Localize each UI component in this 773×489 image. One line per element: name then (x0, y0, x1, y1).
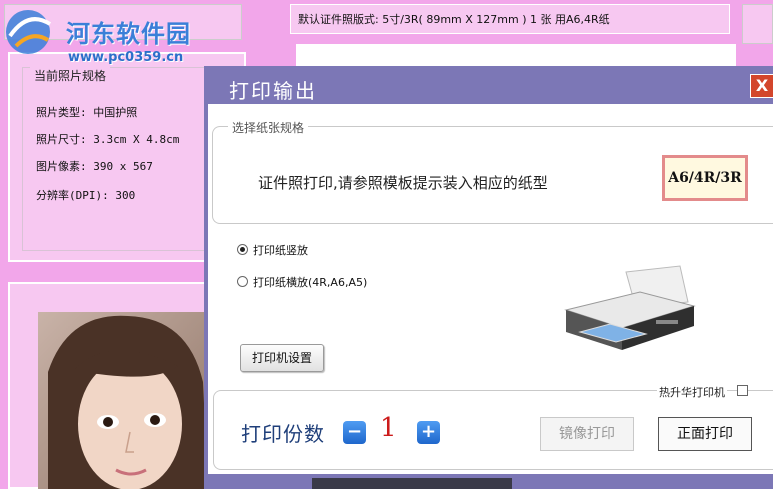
photo-type: 照片类型: 中国护照 (36, 106, 138, 119)
copies-label: 打印份数 (241, 422, 325, 446)
photo-size: 照片尺寸: 3.3cm X 4.8cm (36, 133, 180, 146)
portrait-radio[interactable] (237, 244, 248, 255)
photo-pixels: 图片像素: 390 x 567 (36, 160, 153, 173)
preview-area (296, 44, 736, 68)
default-layout-text: 默认证件照版式: 5寸/3R( 89mm X 127mm ) 1 张 用A6,4… (298, 13, 610, 26)
photo-dpi: 分辨率(DPI): 300 (36, 189, 136, 202)
minus-icon[interactable]: − (343, 421, 366, 444)
thermal-printer-checkbox[interactable] (737, 385, 748, 396)
close-icon[interactable]: X (750, 74, 773, 98)
portrait-radio-label[interactable]: 打印纸竖放 (253, 242, 308, 258)
paper-size-badge: A6/4R/3R (662, 155, 748, 201)
thermal-printer-label[interactable]: 热升华打印机 (657, 384, 727, 400)
logo-text: 河东软件园 (66, 20, 191, 48)
landscape-radio[interactable] (237, 276, 248, 287)
dialog-title: 打印输出 (229, 79, 317, 103)
plus-icon[interactable]: + (417, 421, 440, 444)
landscape-radio-label[interactable]: 打印纸横放(4R,A6,A5) (253, 274, 367, 290)
front-print-button[interactable]: 正面打印 (658, 417, 752, 451)
paper-hint: 证件照打印,请参照模板提示装入相应的纸型 (258, 174, 548, 192)
portrait-photo (38, 312, 208, 489)
copies-value[interactable]: 1 (380, 413, 397, 443)
printer-icon (560, 262, 700, 357)
logo-icon (2, 6, 58, 58)
photo-info-title: 当前照片规格 (30, 67, 111, 84)
logo-url: www.pc0359.cn (68, 50, 184, 65)
top-right-box (742, 4, 773, 44)
printer-settings-button[interactable]: 打印机设置 (240, 344, 324, 372)
paper-size-group-title: 选择纸张规格 (228, 119, 309, 136)
mirror-print-button[interactable]: 镜像打印 (540, 417, 634, 451)
background-strip (312, 478, 512, 489)
